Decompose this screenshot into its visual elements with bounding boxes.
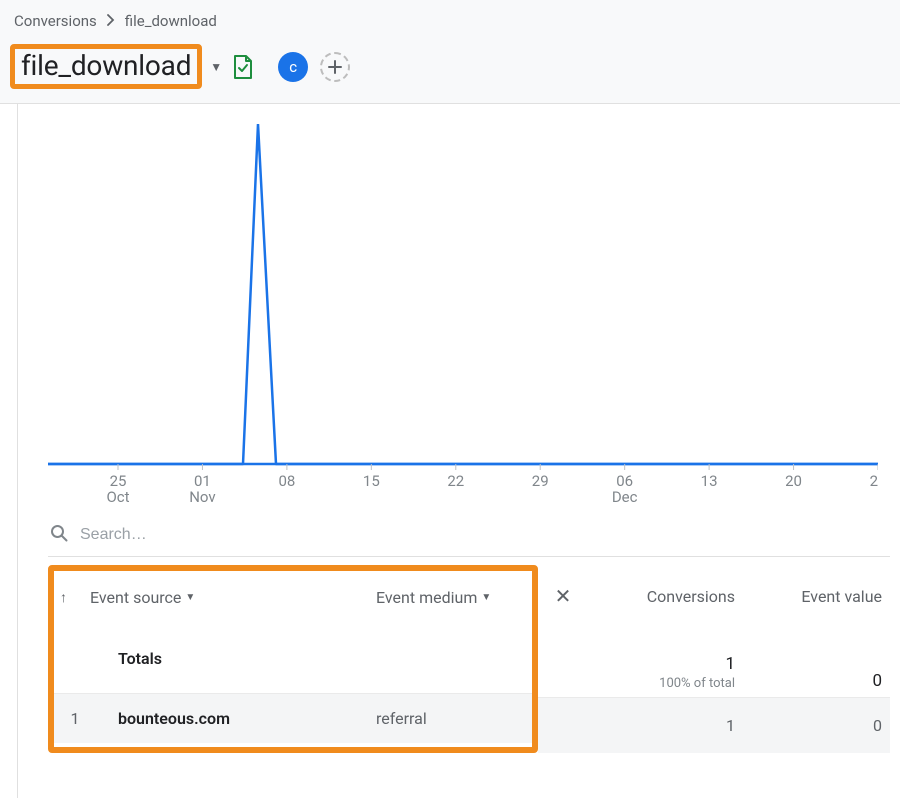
row-medium: referral [376,709,526,728]
breadcrumb-current: file_download [125,12,217,30]
avatar[interactable]: c [278,52,308,82]
chevron-right-icon [107,12,115,30]
totals-row: Totals [60,623,526,693]
column-conversions[interactable]: Conversions [588,587,735,606]
page-title-highlight: file_download [10,44,202,89]
svg-text:20: 20 [785,472,802,490]
page-title[interactable]: file_download [21,49,191,82]
svg-text:Oct: Oct [106,488,129,504]
svg-text:Dec: Dec [612,488,638,504]
content: 25Oct01Nov0815222906Dec132027 ↑ Event so… [18,104,900,798]
search-input[interactable] [80,526,890,544]
metrics-header: ✕ Conversions Event value [538,565,890,627]
main: 25Oct01Nov0815222906Dec132027 ↑ Event so… [0,104,900,798]
chevron-down-icon[interactable]: ▼ [210,60,222,74]
svg-text:22: 22 [447,472,464,490]
total-conversions-pct: 100% of total [659,676,735,691]
column-event-source[interactable]: Event source [90,588,181,607]
metric-columns: ✕ Conversions Event value 1 100% of tota… [538,565,890,753]
svg-text:08: 08 [278,472,295,490]
svg-text:13: 13 [701,472,718,490]
dimension-columns-highlight: ↑ Event source ▼ Event medium ▼ Totals [48,565,538,753]
breadcrumb: Conversions file_download [14,12,890,30]
row-index: 1 [60,709,90,728]
svg-text:27: 27 [870,472,878,490]
table-header: ↑ Event source ▼ Event medium ▼ [60,571,526,623]
svg-text:29: 29 [532,472,549,490]
row-conversions: 1 [588,716,735,735]
totals-label: Totals [90,649,376,668]
chevron-down-icon[interactable]: ▼ [185,592,195,603]
title-row: file_download ▼ c [10,44,890,89]
left-rail [0,104,18,798]
svg-text:15: 15 [363,472,380,490]
table-row[interactable]: 1 bounteous.com referral [54,693,532,743]
header: Conversions file_download file_download … [0,0,900,104]
data-table: ↑ Event source ▼ Event medium ▼ Totals [48,565,890,753]
row-event-value: 0 [735,716,882,735]
breadcrumb-root[interactable]: Conversions [14,12,97,30]
total-event-value: 0 [872,671,882,691]
search-icon [50,524,68,546]
avatar-initial: c [289,58,297,76]
line-chart[interactable]: 25Oct01Nov0815222906Dec132027 [48,124,890,484]
metrics-totals: 1 100% of total 0 [538,627,890,697]
row-source: bounteous.com [90,709,376,728]
svg-text:Nov: Nov [189,488,215,504]
sort-arrow-up-icon[interactable]: ↑ [60,589,90,606]
add-comparison-button[interactable] [320,52,350,82]
search-row [48,514,890,557]
column-event-medium[interactable]: Event medium [376,588,477,607]
chevron-down-icon[interactable]: ▼ [481,592,491,603]
metrics-row: 1 0 [538,697,890,753]
conversion-verified-icon[interactable] [232,54,254,80]
column-event-value[interactable]: Event value [735,587,882,606]
remove-column-button[interactable]: ✕ [538,584,588,608]
total-conversions: 1 [725,654,735,674]
